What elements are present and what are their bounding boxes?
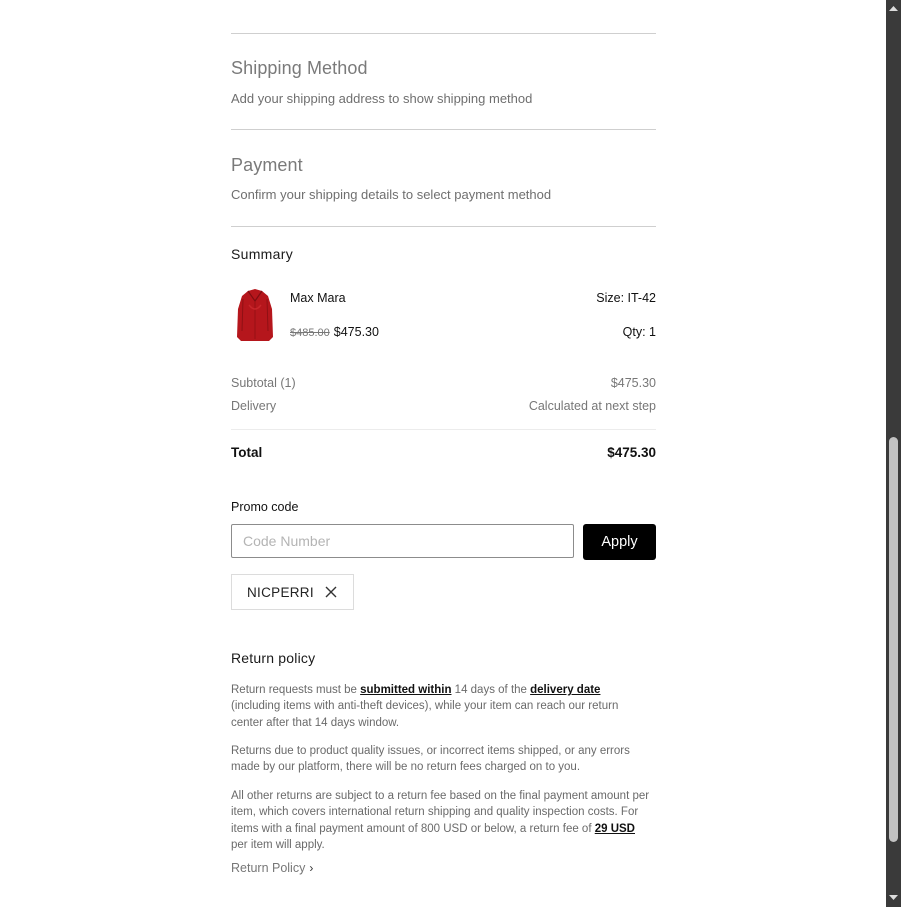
section-divider	[231, 226, 656, 227]
subtotal-label: Subtotal (1)	[231, 376, 296, 390]
original-price: $485.00	[290, 327, 330, 339]
promo-code-input[interactable]	[231, 524, 574, 558]
applied-promo-code: NICPERRI	[247, 584, 314, 600]
product-brand[interactable]: Max Mara	[290, 291, 346, 305]
return-policy-paragraph-1: Return requests must be submitted within…	[231, 682, 651, 731]
product-qty: Qty: 1	[622, 325, 656, 339]
product-size: Size: IT-42	[596, 291, 656, 305]
scroll-down-arrow-icon[interactable]	[886, 890, 901, 905]
total-label: Total	[231, 445, 263, 460]
scrollbar-thumb[interactable]	[889, 437, 898, 842]
vertical-scrollbar[interactable]	[886, 0, 901, 907]
scroll-up-arrow-icon[interactable]	[886, 0, 901, 15]
return-fee-link[interactable]: 29 USD	[595, 823, 635, 835]
shipping-method-subtitle: Add your shipping address to show shippi…	[231, 91, 533, 106]
sale-price: $475.30	[333, 325, 379, 339]
summary-divider	[231, 429, 656, 430]
section-divider	[231, 129, 656, 130]
return-policy-title: Return policy	[231, 650, 316, 666]
close-icon[interactable]	[324, 585, 338, 599]
delivery-date-link[interactable]: delivery date	[530, 684, 600, 696]
rp-text: per item will apply.	[231, 838, 325, 851]
return-policy-paragraph-2: Returns due to product quality issues, o…	[231, 745, 630, 774]
summary-title: Summary	[231, 246, 293, 262]
rp-text: (including items with anti-theft devices…	[231, 700, 619, 729]
return-policy-link-label: Return Policy	[231, 861, 306, 875]
total-value: $475.30	[607, 445, 656, 460]
rp-text: Return requests must be	[231, 684, 361, 696]
apply-button[interactable]: Apply	[583, 524, 656, 560]
return-policy-link[interactable]: Return Policy ›	[231, 861, 313, 875]
payment-title: Payment	[231, 155, 303, 175]
rp-text: All other returns are subject to a retur…	[231, 790, 650, 835]
subtotal-value: $475.30	[610, 376, 656, 390]
chevron-right-icon: ›	[309, 861, 314, 875]
payment-subtitle: Confirm your shipping details to select …	[231, 187, 552, 202]
applied-promo-chip: NICPERRI	[231, 574, 354, 610]
product-thumbnail[interactable]	[235, 287, 275, 343]
section-divider	[231, 33, 656, 34]
promo-code-label: Promo code	[231, 500, 299, 514]
checkout-page: Shipping Method Add your shipping addres…	[0, 0, 901, 907]
delivery-label: Delivery	[231, 399, 277, 413]
shipping-method-title: Shipping Method	[231, 58, 368, 78]
return-policy-paragraph-3: All other returns are subject to a retur…	[231, 788, 651, 853]
rp-text: 14 days of the	[451, 684, 531, 696]
submitted-within-link[interactable]: submitted within	[360, 684, 451, 696]
delivery-value: Calculated at next step	[528, 399, 656, 413]
product-price: $485.00 $475.30	[290, 325, 379, 339]
